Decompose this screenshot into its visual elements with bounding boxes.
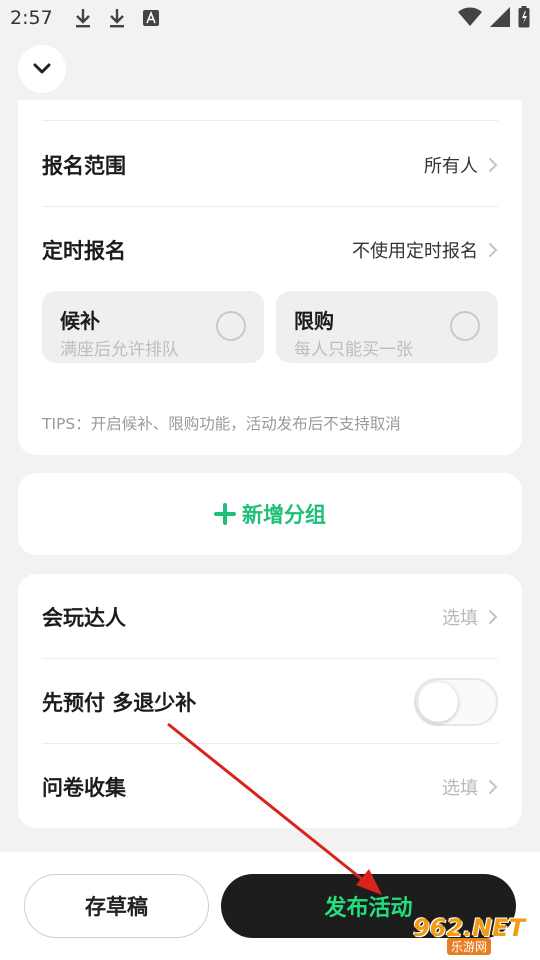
battery-icon <box>518 6 530 33</box>
waitlist-option[interactable]: 候补 满座后允许排队 <box>42 291 264 363</box>
timed-registration-label: 定时报名 <box>42 238 126 263</box>
waitlist-radio[interactable] <box>216 311 246 341</box>
status-bar: 2:57 <box>0 0 540 36</box>
survey-row[interactable]: 问卷收集 选填 <box>42 744 498 829</box>
chevron-down-icon <box>33 60 51 79</box>
chevron-right-icon <box>489 779 498 794</box>
chevron-right-icon <box>489 242 498 257</box>
watermark-logo: 962.NET 乐游网 <box>400 910 538 958</box>
purchase-limit-subtitle: 每人只能买一张 <box>294 340 413 360</box>
signal-icon <box>490 7 510 32</box>
timed-registration-value-text: 不使用定时报名 <box>352 240 478 262</box>
survey-value: 选填 <box>442 774 498 800</box>
registration-scope-value: 所有人 <box>424 152 498 178</box>
extra-settings-card: 会玩达人 选填 先预付 多退少补 问卷收集 选填 <box>18 574 522 828</box>
status-time: 2:57 <box>10 7 53 29</box>
chevron-right-icon <box>489 157 498 172</box>
download-icon <box>71 6 95 30</box>
purchase-limit-radio[interactable] <box>450 311 480 341</box>
registration-scope-label: 报名范围 <box>42 153 126 178</box>
plus-icon <box>214 503 236 525</box>
download-icon <box>105 6 129 30</box>
waitlist-subtitle: 满座后允许排队 <box>60 340 179 360</box>
save-draft-button[interactable]: 存草稿 <box>24 874 209 938</box>
status-right <box>458 6 530 33</box>
waitlist-title: 候补 <box>60 309 100 333</box>
survey-label: 问卷收集 <box>42 775 126 800</box>
prepay-toggle[interactable] <box>414 677 498 726</box>
font-icon <box>139 6 163 30</box>
collapse-button[interactable] <box>18 45 66 93</box>
expert-value: 选填 <box>442 604 498 630</box>
watermark-sub: 乐游网 <box>446 937 491 955</box>
add-group-card[interactable]: 新增分组 <box>18 473 522 555</box>
registration-scope-value-text: 所有人 <box>424 155 478 177</box>
timed-registration-row[interactable]: 定时报名 不使用定时报名 <box>42 207 498 292</box>
purchase-limit-title: 限购 <box>294 309 334 333</box>
chevron-right-icon <box>489 609 498 624</box>
add-group-label: 新增分组 <box>242 503 326 527</box>
registration-scope-row[interactable]: 报名范围 所有人 <box>42 122 498 207</box>
timed-registration-value: 不使用定时报名 <box>352 237 498 263</box>
expert-label: 会玩达人 <box>42 605 126 630</box>
survey-value-text: 选填 <box>442 777 478 799</box>
settings-card: 报名范围 所有人 定时报名 不使用定时报名 候补 满座后允许排队 限购 每人只能… <box>18 100 522 455</box>
add-group-button[interactable]: 新增分组 <box>214 499 326 529</box>
expert-value-text: 选填 <box>442 607 478 629</box>
wifi-icon <box>458 7 482 32</box>
toggle-knob <box>418 681 458 722</box>
tips-text: TIPS：开启候补、限购功能，活动发布后不支持取消 <box>42 415 401 433</box>
divider <box>42 120 498 121</box>
prepay-label: 先预付 多退少补 <box>42 690 197 715</box>
purchase-limit-option[interactable]: 限购 每人只能买一张 <box>276 291 498 363</box>
expert-row[interactable]: 会玩达人 选填 <box>42 574 498 659</box>
prepay-row: 先预付 多退少补 <box>42 659 498 744</box>
